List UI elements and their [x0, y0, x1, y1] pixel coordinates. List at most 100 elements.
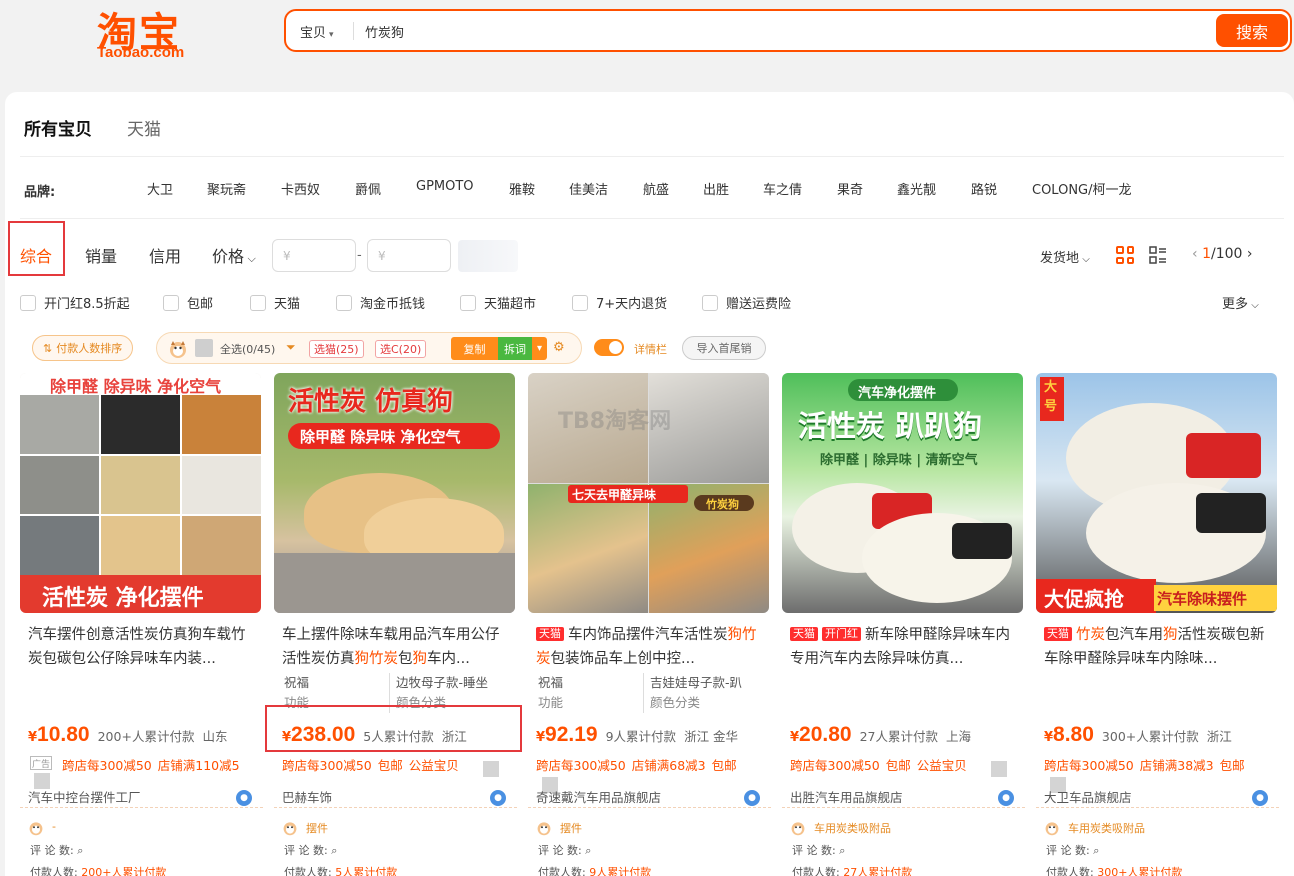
category-tag: 车用炭类吸附品: [814, 822, 891, 835]
select-all-label[interactable]: 全选(0/45): [220, 341, 275, 357]
product-image[interactable]: 汽车净化摆件 活性炭 趴趴狗 除甲醛 | 除异味 | 清新空气: [782, 373, 1023, 613]
promo-tag: 跨店每300减50: [62, 758, 152, 773]
product-card[interactable]: 汽车净化摆件 活性炭 趴趴狗 除甲醛 | 除异味 | 清新空气 天猫 开门红 新车除…: [782, 373, 1025, 876]
list-view-icon[interactable]: [1149, 246, 1167, 264]
filter-checkbox[interactable]: 包邮: [163, 293, 213, 312]
shop-name[interactable]: 出胜汽车用品旗舰店: [790, 787, 903, 806]
brand-item[interactable]: 出胜: [703, 179, 729, 198]
dog-mascot-icon: [283, 822, 297, 836]
brand-item[interactable]: 航盛: [643, 179, 669, 198]
chat-icon[interactable]: ●: [236, 790, 252, 806]
search-icon[interactable]: ⌕: [839, 844, 845, 857]
product-title[interactable]: 天猫 开门红 新车除甲醛除异味车内专用汽车内去除异味仿真...: [790, 623, 1020, 671]
filter-checkbox[interactable]: 7+天内退货: [572, 293, 667, 312]
shop-name[interactable]: 奇速戴汽车用品旗舰店: [536, 787, 661, 806]
brand-item[interactable]: 聚玩斋: [207, 179, 246, 198]
sort-price[interactable]: 价格 ⌵: [212, 243, 256, 267]
tmall-badge: 天猫: [536, 627, 564, 641]
settings-gear-icon[interactable]: ⚙: [553, 340, 565, 355]
split-words-button[interactable]: 拆词: [498, 337, 532, 360]
image-headline: 活性炭 趴趴狗: [798, 409, 983, 443]
brand-item[interactable]: 路锐: [971, 179, 997, 198]
checkbox-icon: [336, 294, 352, 311]
prev-page-icon[interactable]: ‹: [1192, 246, 1202, 262]
filter-checkbox[interactable]: 天猫: [250, 293, 300, 312]
brand-item[interactable]: 车之倩: [763, 179, 802, 198]
more-filters-button[interactable]: 更多 ⌵: [1222, 293, 1259, 312]
tab-tmall[interactable]: 天猫: [127, 115, 161, 140]
filter-checkbox[interactable]: 天猫超市: [460, 293, 536, 312]
select-c-button[interactable]: 选C(20): [375, 340, 427, 358]
product-title[interactable]: 天猫 竹炭包汽车用狗活性炭碳包新车除甲醛除异味车内除味...: [1044, 623, 1274, 671]
chat-icon[interactable]: ●: [744, 790, 760, 806]
product-card[interactable]: 大号 大促疯抢 汽车除味摆件 天猫 竹炭包汽车用狗活性炭碳包新车除甲醛除异味车内除…: [1036, 373, 1279, 876]
product-card[interactable]: 活性炭 仿真狗 除甲醛 除异味 净化空气 车上摆件除味车载用品汽车用公仔活性炭仿…: [274, 373, 517, 876]
taobao-logo-text[interactable]: Taobao.com: [97, 44, 184, 61]
shop-name[interactable]: 汽车中控台摆件工厂: [28, 787, 141, 806]
search-icon[interactable]: ⌕: [77, 844, 83, 857]
chat-icon[interactable]: ●: [490, 790, 506, 806]
select-tmall-button[interactable]: 选猫(25): [309, 340, 364, 358]
search-icon[interactable]: ⌕: [1093, 844, 1099, 857]
shop-name[interactable]: 巴赫车饰: [282, 787, 332, 806]
filter-checkbox[interactable]: 开门红8.5折起: [20, 293, 130, 312]
product-image[interactable]: 大号 大促疯抢 汽车除味摆件: [1036, 373, 1277, 613]
price-max-input[interactable]: ¥: [367, 239, 451, 272]
detail-toggle[interactable]: [594, 339, 624, 356]
divider: [20, 156, 1284, 157]
search-input[interactable]: [365, 20, 1185, 42]
brand-item[interactable]: 雅鞍: [509, 179, 535, 198]
location: 浙江 金华: [684, 729, 739, 744]
copy-dropdown-icon[interactable]: ▾: [532, 337, 547, 360]
tab-all-items[interactable]: 所有宝贝: [24, 115, 92, 140]
brand-item[interactable]: GPMOTO: [416, 179, 474, 194]
pay-label: 付款人数:: [792, 866, 840, 876]
search-icon[interactable]: ⌕: [585, 844, 591, 857]
pay-count: 付款人数: 9人累计付款: [538, 864, 651, 876]
grid-view-icon[interactable]: [1116, 246, 1134, 264]
brand-item[interactable]: COLONG/柯一龙: [1032, 179, 1132, 198]
pay-value: 200+人累计付款: [81, 866, 167, 876]
brand-item[interactable]: 大卫: [147, 179, 173, 198]
copy-button[interactable]: 复制: [451, 337, 498, 360]
filter-checkbox[interactable]: 淘金币抵钱: [336, 293, 425, 312]
sort-credit[interactable]: 信用: [149, 243, 181, 267]
brand-item[interactable]: 鑫光靓: [897, 179, 936, 198]
product-card[interactable]: 除甲醛 除异味 净化空气 活性炭 净化摆件 汽车摆件创意活性炭仿真狗车载竹炭包碳…: [20, 373, 263, 876]
location: 上海: [946, 729, 972, 744]
promo-tag: 店铺满38减3: [1139, 758, 1214, 773]
shop-name[interactable]: 大卫车品旗舰店: [1044, 787, 1132, 806]
filter-funnel-icon[interactable]: ⏷: [286, 340, 296, 355]
product-image[interactable]: 除甲醛 除异味 净化空气 活性炭 净化摆件: [20, 373, 261, 613]
product-price: 8.80: [1053, 723, 1094, 746]
brand-item[interactable]: 卡西奴: [281, 179, 320, 198]
brand-item[interactable]: 爵佩: [355, 179, 381, 198]
search-button[interactable]: 搜索: [1216, 14, 1288, 47]
image-tag: 竹炭狗: [706, 498, 739, 511]
tmall-badge: 天猫: [790, 627, 818, 641]
import-button[interactable]: 导入首尾销: [682, 336, 766, 360]
brand-item[interactable]: 佳美洁: [569, 179, 608, 198]
ship-from-dropdown[interactable]: 发货地 ⌵: [1040, 247, 1090, 266]
price-min-input[interactable]: ¥: [272, 239, 356, 272]
search-icon[interactable]: ⌕: [331, 844, 337, 857]
search-category-select[interactable]: 宝贝 ▾: [300, 22, 334, 41]
product-title[interactable]: 汽车摆件创意活性炭仿真狗车载竹炭包碳包公仔除异味车内装...: [28, 623, 258, 671]
brand-item[interactable]: 果奇: [837, 179, 863, 198]
filter-checkbox[interactable]: 赠送运费险: [702, 293, 791, 312]
ad-label: 广告: [30, 756, 52, 770]
chat-icon[interactable]: ●: [998, 790, 1014, 806]
next-page-icon[interactable]: ›: [1242, 246, 1253, 262]
sort-by-payment-pill[interactable]: ⇅ 付款人数排序: [32, 335, 134, 361]
chat-icon[interactable]: ●: [1252, 790, 1268, 806]
sort-comprehensive[interactable]: 综合: [20, 243, 52, 267]
product-title[interactable]: 天猫 车内饰品摆件汽车活性炭狗竹炭包装饰品车上创中控...: [536, 623, 766, 671]
review-count: 评 论 数: ⌕: [792, 842, 845, 858]
prop-key: 颜色分类: [643, 693, 763, 713]
product-title[interactable]: 车上摆件除味车载用品汽车用公仔活性炭仿真狗竹炭包狗车内...: [282, 623, 512, 671]
product-card[interactable]: 七天去甲醛异味 竹炭狗 TB8淘客网 天猫 车内饰品摆件汽车活性炭狗竹炭包装饰品车…: [528, 373, 771, 876]
sort-sales[interactable]: 销量: [85, 243, 117, 267]
product-image[interactable]: 七天去甲醛异味 竹炭狗 TB8淘客网: [528, 373, 769, 613]
select-all-checkbox[interactable]: [195, 339, 213, 357]
product-image[interactable]: 活性炭 仿真狗 除甲醛 除异味 净化空气: [274, 373, 515, 613]
